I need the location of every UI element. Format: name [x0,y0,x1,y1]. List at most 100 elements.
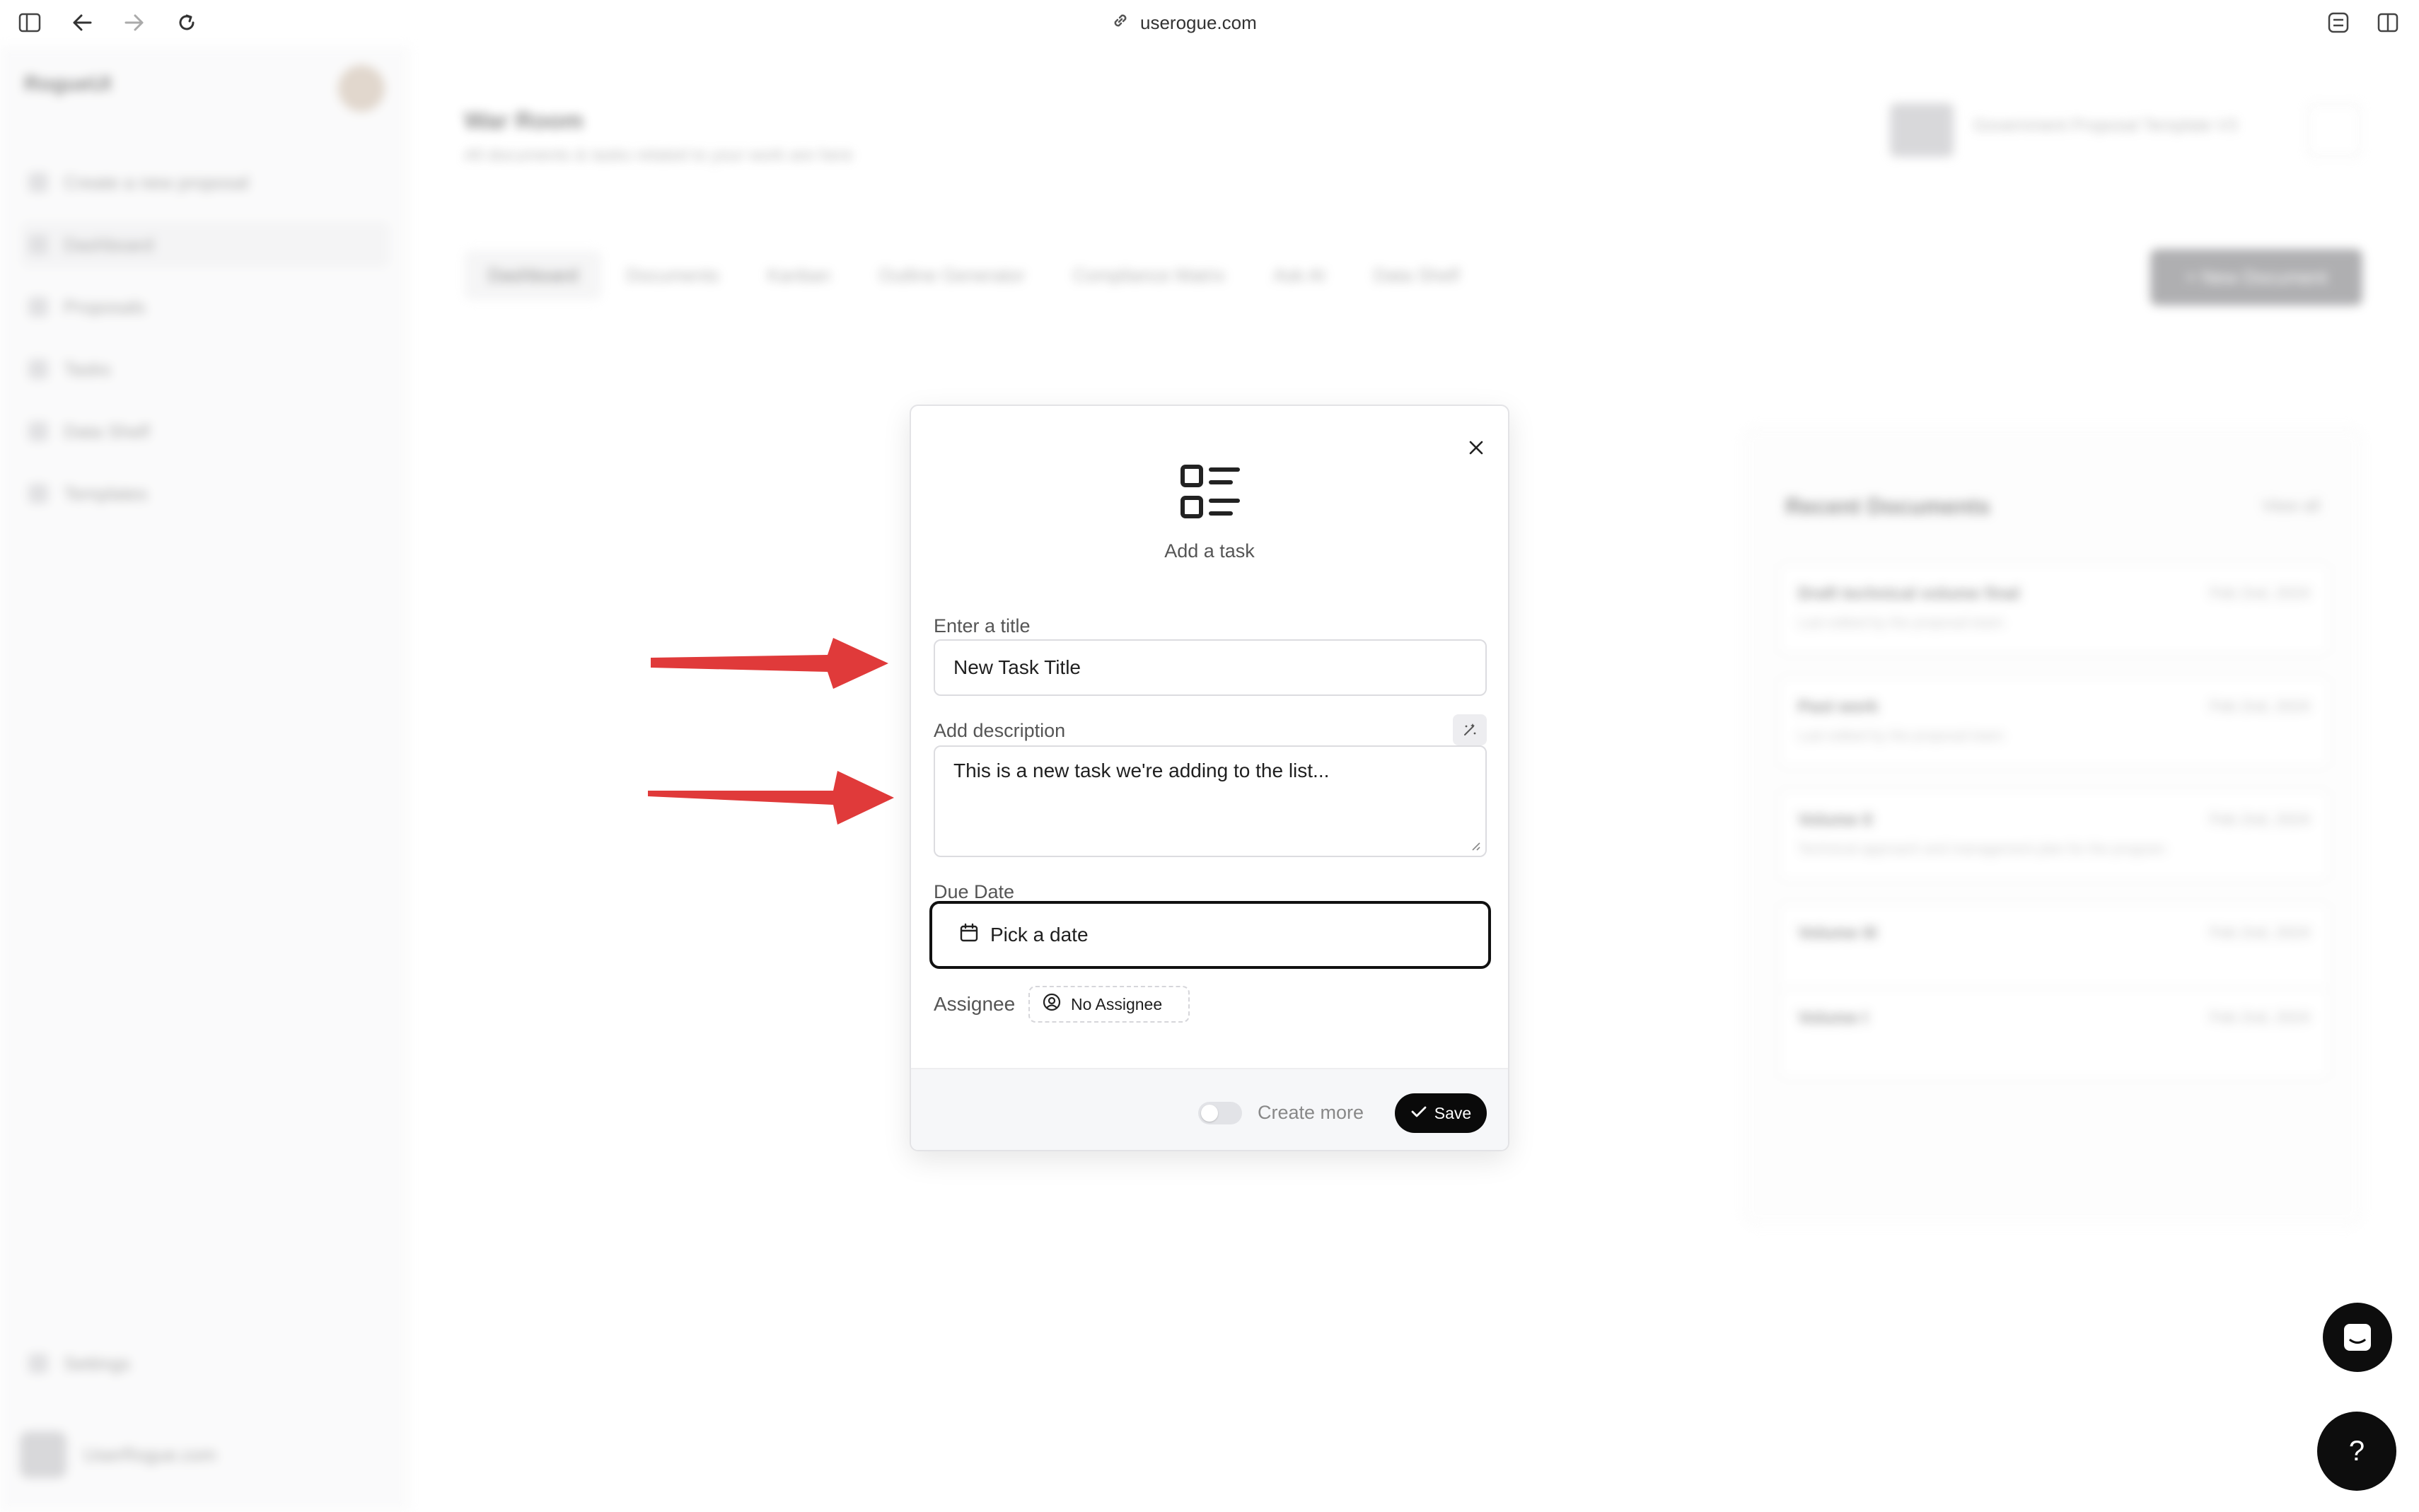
gear-icon [28,1354,48,1373]
dialog-title: Add a task [1164,540,1255,562]
arrow-right-icon[interactable] [120,8,149,37]
help-button[interactable]: ? [2317,1412,2396,1491]
list-item: Volume III Feb 2nd, 2024 [1778,902,2330,994]
document-meta: Last edited by the proposal team [1798,728,2004,744]
list-item: Volume II Feb 2nd, 2024 Technical approach… [1778,789,2330,881]
tab-outline-generator: Outline Generator [878,264,1026,286]
user-circle-icon [1043,993,1061,1016]
sidebar-item-settings: Settings [21,1341,389,1386]
calendar-icon [959,923,979,948]
check-icon [1410,1104,1427,1123]
recent-documents-title: Recent Documents [1785,494,1990,519]
more-button [2307,103,2361,157]
tab-documents: Documents [626,264,719,286]
page-title: War Room [464,107,584,134]
create-more-toggle[interactable] [1198,1102,1242,1124]
list-item: Draft technical volume final Feb 2nd, 202… [1778,563,2330,655]
resize-handle-icon[interactable] [1470,840,1481,851]
new-document-button: + New Document [2150,249,2362,306]
description-textarea[interactable]: This is a new task we're adding to the l… [934,745,1487,857]
tab-ask-ai: Ask AI [1273,264,1326,286]
page-subtitle: All documents & tasks related to your wo… [464,146,853,165]
document-date: Feb 2nd, 2024 [2210,584,2310,602]
list-item: Volume I Feb 2nd, 2024 [1778,987,2330,1079]
document-name: Past work [1798,697,1879,716]
document-icon [28,297,48,317]
title-label: Enter a title [934,615,1031,636]
document-date: Feb 2nd, 2024 [2210,810,2310,828]
reload-icon[interactable] [173,8,201,37]
document-date: Feb 2nd, 2024 [2210,924,2310,941]
database-icon [28,421,48,441]
chat-button[interactable] [2323,1303,2392,1372]
help-icon: ? [2348,1435,2365,1467]
sidebar-icon[interactable] [16,8,44,37]
assignee-label: Assignee [934,993,1016,1015]
toggle-knob [1201,1105,1218,1122]
dialog-footer: Create more Save [911,1068,1508,1150]
sidebar-item-label: Dashboard [64,233,154,255]
list-item: Past work Feb 2nd, 2024 Last edited by the… [1778,676,2330,768]
sidebar-item-templates: Templates [21,471,389,516]
split-view-icon[interactable] [2374,8,2402,37]
document-date: Feb 2nd, 2024 [2210,697,2310,715]
save-button[interactable]: Save [1395,1093,1487,1133]
document-name: Volume I [1798,1008,1868,1028]
sidebar: RogueUI Create a new proposal Dashboard … [0,45,410,1512]
document-meta: Last edited by the proposal team [1798,615,2004,631]
sidebar-item-proposals: Proposals [21,284,389,330]
annotation-arrow-description [648,771,894,825]
proposal-selector: Government Proposal Template V3 [1973,116,2238,135]
sidebar-item-tasks: Tasks [21,347,389,392]
due-date-picker[interactable]: Pick a date [929,901,1491,969]
document-name: Draft technical volume final [1798,584,2020,603]
template-icon [28,484,48,504]
sidebar-item-data-shelf: Data Shelf [21,409,389,454]
avatar [338,65,385,112]
user-menu: UserRogue.com [20,1431,216,1478]
document-date: Feb 2nd, 2024 [2210,1008,2310,1026]
magic-wand-icon[interactable] [1453,714,1487,745]
close-icon[interactable] [1460,431,1492,464]
chat-icon [2344,1324,2371,1351]
view-all-link: View all [2261,496,2320,516]
task-list-icon [1181,465,1240,518]
due-date-label: Due Date [934,881,1015,902]
document-name: Volume III [1798,924,1877,943]
description-value: This is a new task we're adding to the l… [953,760,1330,781]
sidebar-item-label: Create a new proposal [64,171,249,193]
app-logo: RogueUI [24,72,112,95]
sidebar-item-create-proposal: Create a new proposal [21,160,389,205]
plus-icon [28,173,48,192]
sidebar-item-label: Tasks [64,358,111,380]
save-label: Save [1434,1103,1472,1122]
create-more-label: Create more [1258,1102,1364,1123]
address-bar[interactable]: userogue.com [1110,7,1257,38]
tab-dashboard: Dashboard [464,250,603,300]
assignee-button[interactable]: No Assignee [1028,986,1190,1023]
link-icon [1110,11,1130,35]
tab-compliance-matrix: Compliance Matrix [1073,264,1226,286]
dashboard-icon [28,235,48,255]
extension-icon[interactable] [2324,8,2353,37]
description-label: Add description [934,720,1066,741]
sidebar-item-label: Data Shelf [64,420,150,442]
sidebar-item-label: Proposals [64,296,146,318]
user-name: UserRogue.com [83,1443,216,1465]
tab-data-shelf: Data Shelf [1374,264,1460,286]
recent-documents-panel: Recent Documents View all Draft technica… [1743,427,2362,1226]
url-text: userogue.com [1140,11,1257,33]
tab-kanban: Kanban [767,264,831,286]
due-date-placeholder: Pick a date [990,924,1089,946]
document-meta: Technical approach and management plan f… [1798,842,2166,857]
title-input[interactable]: New Task Title [934,639,1487,696]
arrow-left-icon[interactable] [68,8,96,37]
assignee-value: No Assignee [1071,994,1163,1013]
browser-toolbar: userogue.com [0,0,2419,45]
proposal-thumbnail [1890,103,1954,157]
document-name: Volume II [1798,810,1872,830]
add-task-dialog: Add a task Enter a title New Task Title … [910,405,1509,1151]
sidebar-item-label: Templates [64,482,148,504]
task-icon [28,359,48,379]
title-input-value: New Task Title [953,656,1081,678]
